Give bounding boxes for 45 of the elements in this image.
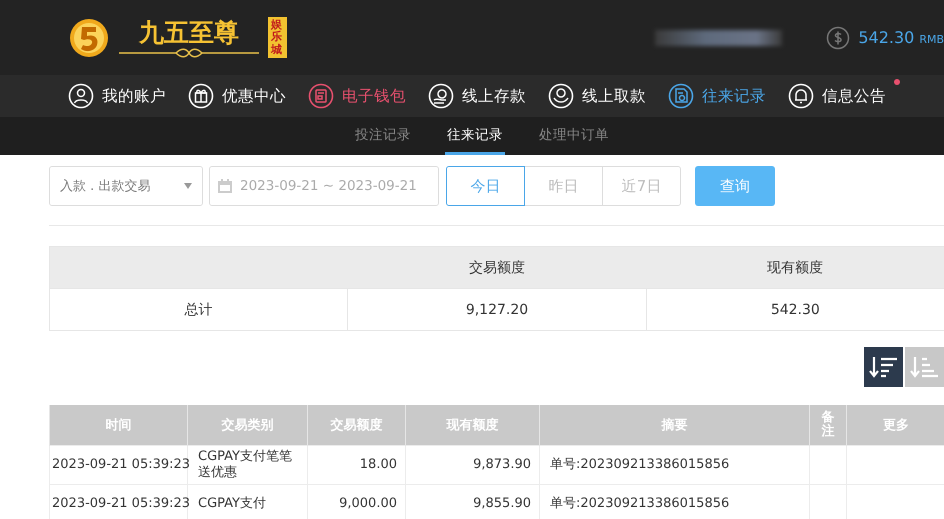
user-icon [68,83,94,109]
sort-descending-button[interactable] [864,347,903,387]
table-cell: 2023-09-21 05:39:23 [52,457,190,472]
column-header: 交易额度 [468,258,526,278]
sort-descending-icon [868,355,898,379]
calendar-icon [218,179,232,193]
table-cell: CGPAY支付笔笔送优惠 [198,449,292,480]
logo-text: 九五至尊 [139,18,239,48]
table-cell: 9,873.90 [473,457,531,472]
caret-icon [184,183,192,189]
table-cell: 9,000.00 [339,496,397,512]
sub-tab[interactable]: 往来记录 [445,117,505,155]
currency-label: RMB [919,33,944,46]
table-cell: 9,855.90 [473,496,531,512]
coin-logo-icon [68,16,110,58]
nav-item[interactable]: 我的账户 [68,83,166,109]
column-header: 现有额度 [766,258,824,278]
table-cell-text: 总计 [184,300,214,320]
table-cell: 单号:202309213386015856 [550,496,730,512]
sub-tab[interactable]: 处理中订单 [537,117,611,155]
table-cell: CGPAY支付 [198,496,266,512]
nav-item[interactable]: 信息公告 [788,83,886,109]
nav-item[interactable]: 优惠中心 [188,83,286,109]
bell-icon [788,83,814,109]
sort-ascending-icon [910,355,940,379]
dollar-icon [826,26,850,50]
table-cell: 单号:202309213386015856 [550,457,730,472]
deposit-icon [428,83,454,109]
wallet-icon [308,83,334,109]
balance-amount: 542.30 [858,28,914,47]
sub-tab[interactable]: 投注记录 [353,117,413,155]
type-dropdown[interactable]: 入款 . 出款交易 [49,166,203,206]
withdraw-icon [548,83,574,109]
table-cell: 18.00 [360,457,397,472]
nav-item[interactable]: 往来记录 [668,83,766,109]
table-cell: 542.30 [646,289,944,330]
logo-tag: 娱乐城 [268,17,287,58]
gift-icon [188,83,214,109]
nav-item[interactable]: 电子钱包 [308,83,406,109]
record-icon [668,83,694,109]
range-button[interactable]: 今日 [446,166,525,206]
nav-item[interactable]: 线上存款 [428,83,526,109]
table-cell: 9,127.20 [347,289,646,330]
nav-item[interactable]: 线上取款 [548,83,646,109]
table-cell: 2023-09-21 05:39:23 [52,496,190,512]
